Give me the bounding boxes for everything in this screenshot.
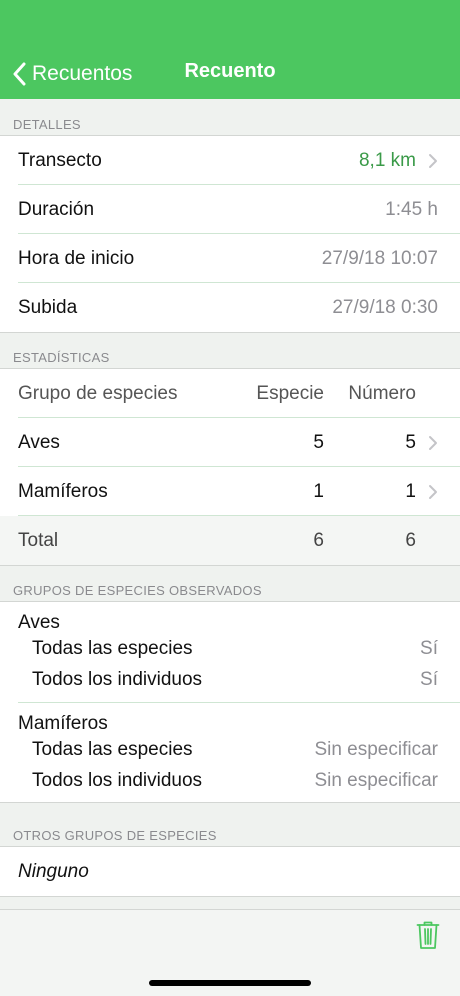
observed-item-value: Sin especificar	[314, 769, 438, 791]
duration-label: Duración	[18, 198, 95, 220]
transect-row[interactable]: Transecto 8,1 km	[0, 136, 460, 185]
page-title: Recuento	[184, 60, 276, 82]
stats-number-count: 1	[405, 480, 416, 502]
observed-group: Aves Todas las especies Sí Todos los ind…	[0, 601, 460, 803]
observed-item: Todos los individuos Sin especificar	[0, 765, 460, 796]
chevron-right-icon	[429, 435, 437, 450]
stats-total-row: Total 6 6	[0, 516, 460, 565]
total-label: Total	[18, 529, 59, 551]
stats-group-name: Mamíferos	[18, 480, 108, 502]
chevron-right-icon	[429, 153, 437, 168]
stats-row-aves[interactable]: Aves 5 5	[0, 418, 460, 467]
other-groups-header: OTROS GRUPOS DE ESPECIES	[13, 828, 217, 843]
observed-item-value: Sí	[420, 637, 438, 659]
transect-label: Transecto	[18, 149, 102, 171]
column-header-group: Grupo de especies	[18, 382, 178, 404]
stats-column-headers: Grupo de especies Especie Número	[0, 369, 460, 418]
other-groups-value: Ninguno	[18, 860, 89, 882]
other-groups-group: Ninguno	[0, 846, 460, 897]
stats-row-mamiferos[interactable]: Mamíferos 1 1	[0, 467, 460, 516]
observed-item: Todas las especies Sí	[0, 633, 460, 664]
start-time-label: Hora de inicio	[18, 247, 135, 269]
observed-item-label: Todas las especies	[32, 738, 193, 760]
transect-value: 8,1 km	[358, 149, 416, 171]
total-species: 6	[313, 529, 324, 551]
details-header: DETALLES	[13, 117, 81, 132]
observed-item-label: Todos los individuos	[32, 668, 203, 690]
observed-item-value: Sin especificar	[314, 738, 438, 760]
observed-item-value: Sí	[420, 668, 438, 690]
stats-number-count: 5	[405, 431, 416, 453]
other-groups-row: Ninguno	[0, 847, 460, 896]
observed-item-label: Todas las especies	[32, 637, 193, 659]
column-header-number: Número	[348, 382, 416, 404]
total-number: 6	[405, 529, 416, 551]
home-indicator	[149, 980, 311, 986]
details-group: Transecto 8,1 km Duración 1:45 h Hora de…	[0, 135, 460, 333]
observed-item: Todos los individuos Sí	[0, 664, 460, 695]
upload-row: Subida 27/9/18 0:30	[0, 283, 460, 332]
chevron-right-icon	[429, 484, 437, 499]
upload-value: 27/9/18 0:30	[332, 296, 438, 318]
divider	[18, 695, 460, 703]
duration-row: Duración 1:45 h	[0, 185, 460, 234]
trash-icon[interactable]	[416, 920, 440, 950]
stats-species-count: 5	[313, 431, 324, 453]
observed-item-label: Todos los individuos	[32, 769, 203, 791]
stats-species-count: 1	[313, 480, 324, 502]
start-time-value: 27/9/18 10:07	[321, 247, 438, 269]
stats-group: Grupo de especies Especie Número Aves 5 …	[0, 368, 460, 566]
stats-group-name: Aves	[18, 431, 60, 453]
start-time-row: Hora de inicio 27/9/18 10:07	[0, 234, 460, 283]
navigation-bar: Recuentos Recuento	[0, 0, 460, 99]
column-header-species: Especie	[256, 382, 324, 404]
observed-item: Todas las especies Sin especificar	[0, 734, 460, 765]
duration-value: 1:45 h	[385, 198, 438, 220]
stats-header: ESTADÍSTICAS	[13, 350, 110, 365]
upload-label: Subida	[18, 296, 78, 318]
observed-header: GRUPOS DE ESPECIES OBSERVADOS	[13, 583, 262, 598]
